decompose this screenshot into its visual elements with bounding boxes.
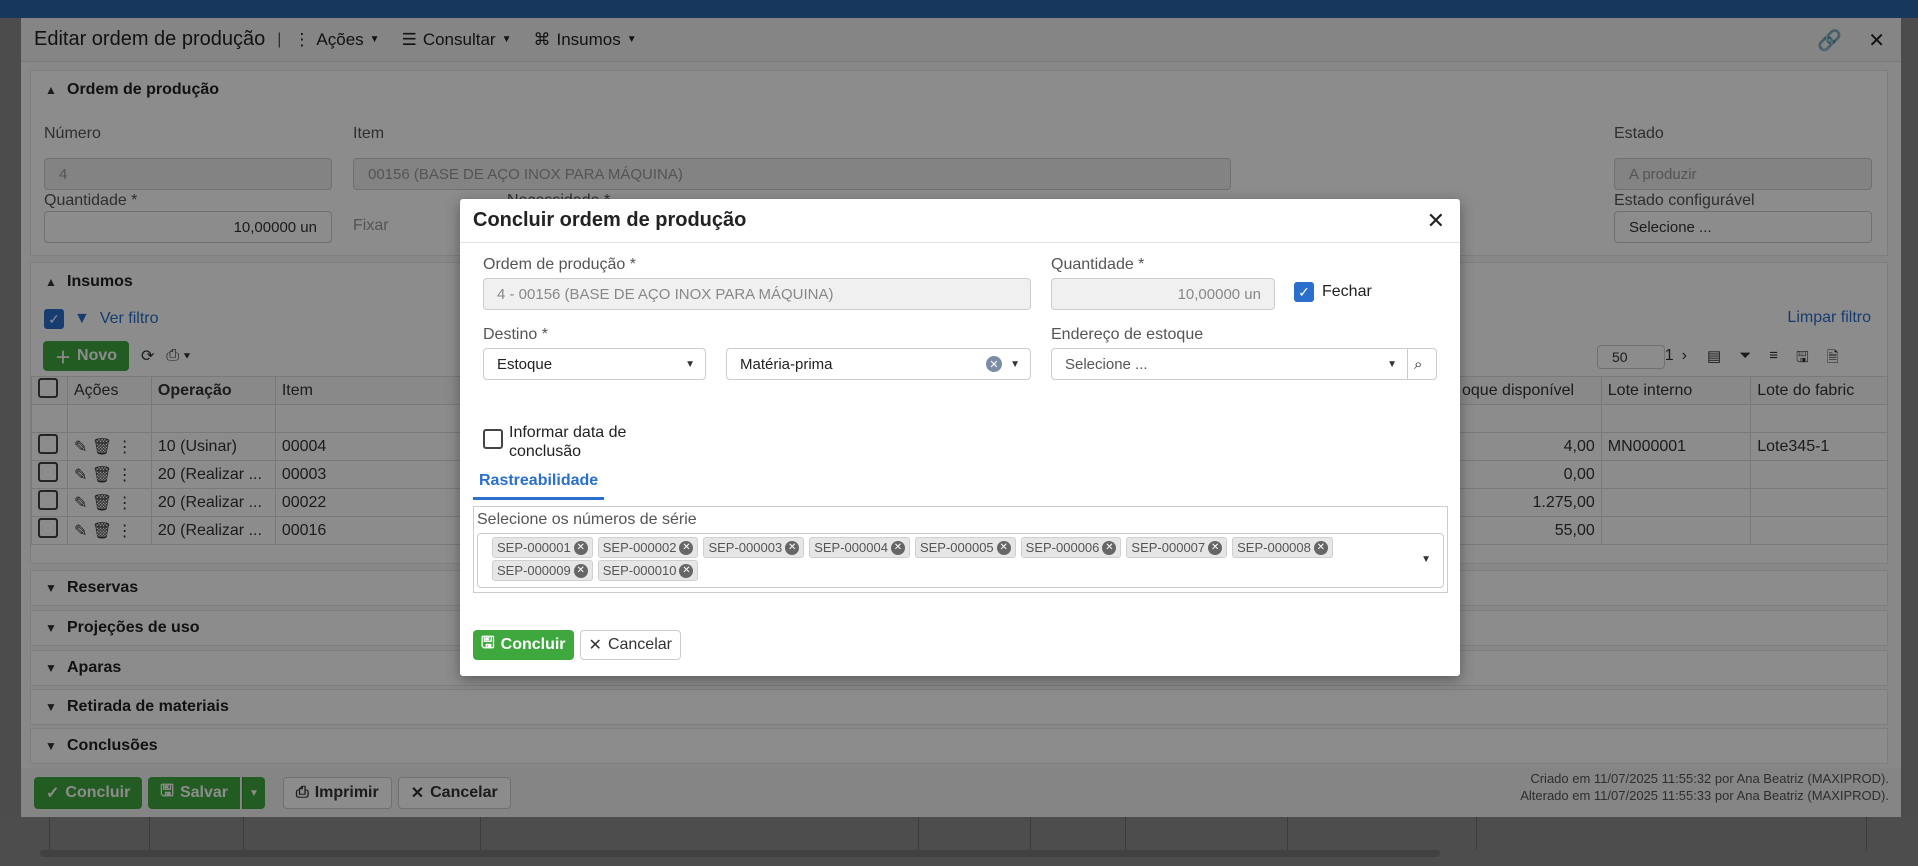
serial-tag[interactable]: SEP-000007 ✕: [1126, 537, 1228, 558]
serial-tag-label: SEP-000009: [497, 563, 571, 578]
serial-panel: Selecione os números de série SEP-000001…: [473, 506, 1448, 593]
remove-icon[interactable]: ✕: [996, 540, 1011, 555]
serial-tag[interactable]: SEP-000003 ✕: [703, 537, 805, 558]
serial-tag[interactable]: SEP-000004 ✕: [809, 537, 910, 558]
quantidade-field[interactable]: 10,00000 un: [1051, 278, 1275, 310]
serial-tag-label: SEP-000003: [708, 540, 783, 555]
serial-tag[interactable]: SEP-000001 ✕: [492, 537, 593, 558]
destino-tipo-select[interactable]: Matéria-prima ✕ ▼: [726, 348, 1031, 380]
serial-tag-label: SEP-000007: [1131, 540, 1206, 555]
serial-multiselect[interactable]: SEP-000001 ✕ SEP-000002 ✕ SEP-000003 ✕ SEP-…: [477, 533, 1444, 588]
remove-icon[interactable]: ✕: [573, 563, 588, 578]
informar-data-label: Informar data de conclusão: [509, 424, 627, 460]
serial-tag-label: SEP-000004: [814, 540, 888, 555]
destino-tipo-value: Matéria-prima: [740, 355, 833, 373]
remove-icon[interactable]: ✕: [1102, 540, 1117, 555]
caret-down-icon: ▼: [1387, 358, 1397, 370]
serial-tag[interactable]: SEP-000005 ✕: [914, 537, 1016, 558]
serial-tag-label: SEP-000008: [1237, 540, 1311, 555]
destino-label: Destino *: [483, 326, 548, 343]
fechar-label: Fechar: [1322, 283, 1372, 300]
serial-tag-label: SEP-000010: [602, 563, 677, 578]
endereco-search-button[interactable]: ⌕: [1407, 348, 1437, 380]
endereco-placeholder: Selecione ...: [1065, 355, 1148, 373]
destino-select[interactable]: Estoque ▼: [483, 348, 706, 380]
remove-icon[interactable]: ✕: [785, 540, 800, 555]
remove-icon[interactable]: ✕: [679, 540, 694, 555]
serial-tag-label: SEP-000001: [497, 540, 571, 555]
fechar-toggle[interactable]: ✓ Fechar: [1294, 282, 1372, 302]
serial-tag-label: SEP-000002: [602, 540, 677, 555]
tab-rastreabilidade[interactable]: Rastreabilidade: [473, 472, 605, 500]
modal-cancelar-button[interactable]: ✕ Cancelar: [579, 630, 681, 660]
serial-tag[interactable]: SEP-000009 ✕: [492, 560, 593, 581]
serial-tag[interactable]: SEP-000002 ✕: [597, 537, 699, 558]
serial-tag[interactable]: SEP-000008 ✕: [1232, 537, 1333, 558]
serial-tag[interactable]: SEP-000010 ✕: [597, 560, 699, 581]
ordem-label: Ordem de produção *: [483, 256, 636, 273]
modal-title: Concluir ordem de produção: [473, 209, 747, 231]
close-icon: ✕: [588, 637, 602, 654]
serial-tag-label: SEP-000006: [1025, 540, 1100, 555]
destino-value: Estoque: [497, 355, 553, 373]
remove-icon[interactable]: ✕: [890, 540, 905, 555]
serial-label: Selecione os números de série: [477, 511, 697, 528]
caret-down-icon[interactable]: ▼: [1421, 554, 1431, 565]
close-icon[interactable]: ✕: [1427, 208, 1445, 234]
remove-icon[interactable]: ✕: [573, 540, 588, 555]
modal-concluir-button[interactable]: 🖫 Concluir: [473, 630, 574, 660]
serial-tag[interactable]: SEP-000006 ✕: [1020, 537, 1122, 558]
endereco-select[interactable]: Selecione ... ▼: [1051, 348, 1408, 380]
save-icon: 🖫: [481, 634, 495, 652]
search-icon: ⌕: [1414, 355, 1423, 373]
remove-icon[interactable]: ✕: [1208, 540, 1223, 555]
remove-icon[interactable]: ✕: [1313, 540, 1328, 555]
serial-tag-label: SEP-000005: [919, 540, 994, 555]
clear-icon[interactable]: ✕: [986, 356, 1002, 372]
caret-down-icon: ▼: [1010, 358, 1020, 370]
modal-cancelar-label: Cancelar: [607, 636, 672, 653]
fechar-checkbox[interactable]: ✓: [1294, 282, 1314, 302]
caret-down-icon: ▼: [685, 358, 695, 370]
informar-data-toggle[interactable]: Informar data de conclusão: [483, 423, 639, 461]
quantidade-label: Quantidade *: [1051, 256, 1145, 273]
concluir-modal: Concluir ordem de produção ✕ Ordem de pr…: [460, 199, 1460, 676]
endereco-label: Endereço de estoque: [1051, 326, 1204, 343]
remove-icon[interactable]: ✕: [679, 563, 694, 578]
serial-tags: SEP-000001 ✕ SEP-000002 ✕ SEP-000003 ✕ SEP-…: [492, 537, 1372, 583]
ordem-field[interactable]: 4 - 00156 (BASE DE AÇO INOX PARA MÁQUINA…: [483, 278, 1031, 310]
modal-header: Concluir ordem de produção: [460, 199, 1460, 243]
modal-concluir-label: Concluir: [500, 636, 566, 653]
informar-data-checkbox[interactable]: [483, 429, 503, 449]
